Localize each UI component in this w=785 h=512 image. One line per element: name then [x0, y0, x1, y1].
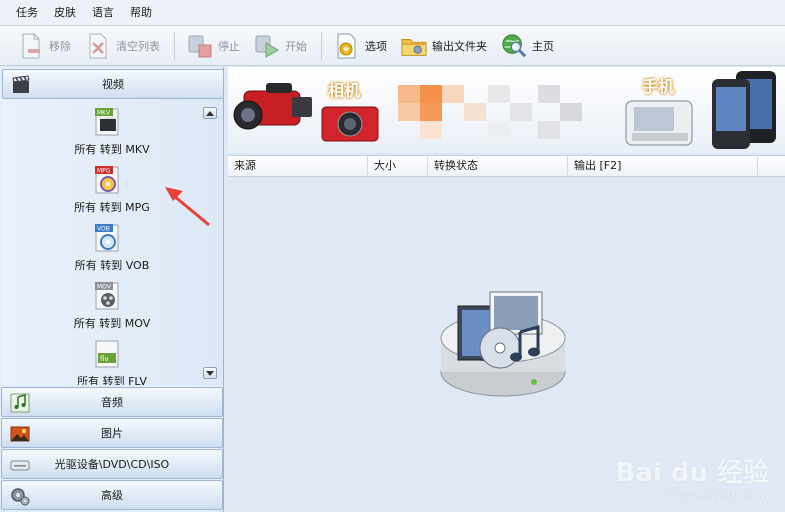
clear-list-icon	[85, 32, 111, 60]
column-status[interactable]: 转换状态	[428, 156, 568, 176]
category-picture-label: 图片	[101, 427, 123, 440]
remove-document-icon	[18, 32, 44, 60]
disc-drive-icon	[10, 455, 30, 475]
gears-icon	[10, 486, 30, 506]
format-badge: flv	[100, 355, 109, 363]
toolbar-separator	[174, 31, 175, 60]
flv-file-icon: flv	[94, 339, 122, 369]
start-icon	[254, 32, 280, 60]
mpg-disc-icon: MPG	[94, 165, 122, 195]
format-item-vob[interactable]: VOB 所有 转到 VOB	[1, 223, 207, 281]
menu-skin[interactable]: 皮肤	[46, 0, 84, 26]
format-factory-logo-icon	[440, 291, 566, 397]
output-folder-button[interactable]: 输出文件夹	[395, 29, 493, 63]
category-video-label: 视频	[102, 78, 124, 91]
triangle-up-icon	[206, 110, 214, 116]
options-label: 选项	[365, 39, 387, 53]
column-size[interactable]: 大小	[368, 156, 428, 176]
category-audio-label: 音频	[101, 396, 123, 409]
triangle-down-icon	[206, 370, 214, 376]
menu-bar: 任务 皮肤 语言 帮助	[0, 0, 785, 26]
music-note-icon	[10, 393, 30, 413]
globe-search-icon	[501, 32, 527, 60]
slider-phone-icon	[625, 100, 693, 146]
menu-task[interactable]: 任务	[8, 0, 46, 26]
format-label-mov: 所有 转到 MOV	[73, 317, 151, 330]
video-format-list: MKV 所有 转到 MKV MPG 所有 转到 MPG VOB 所有 转到 VO…	[1, 99, 223, 385]
watermark-url: jingyan.baidu.com	[667, 489, 769, 502]
format-item-mov[interactable]: MOV 所有 转到 MOV	[1, 281, 207, 339]
category-advanced-label: 高级	[101, 489, 123, 502]
main-panel: 相机 手机 来源 大小 转换状态 输出 [F2] Bai du 经验 jingy…	[228, 67, 785, 512]
scroll-down-button[interactable]	[203, 367, 217, 379]
format-badge: MOV	[97, 284, 112, 291]
start-label: 开始	[285, 39, 307, 53]
film-clapper-icon	[11, 75, 31, 95]
start-button[interactable]: 开始	[248, 29, 313, 63]
mov-reel-icon: MOV	[94, 281, 122, 311]
banner-phone-title: 手机	[642, 77, 675, 96]
annotation-arrow-icon	[165, 187, 210, 227]
toolbar-separator	[321, 31, 322, 60]
clear-list-label: 清空列表	[116, 39, 160, 53]
blurred-logo-area	[388, 85, 594, 139]
vob-disc-icon: VOB	[94, 223, 122, 253]
home-label: 主页	[532, 39, 554, 53]
stop-label: 停止	[218, 39, 240, 53]
category-picture-header[interactable]: 图片	[1, 418, 223, 448]
stop-icon	[187, 32, 213, 60]
category-video-header[interactable]: 视频	[2, 69, 224, 99]
camcorder-icon	[233, 83, 312, 130]
mkv-film-icon: MKV	[94, 107, 122, 137]
digital-camera-icon	[321, 106, 379, 142]
watermark-brand: Bai du 经验	[615, 458, 770, 488]
category-sidebar: 视频 MKV 所有 转到 MKV MPG 所有 转到 MPG VOB 所有 转到…	[0, 67, 224, 512]
category-optical-header[interactable]: 光驱设备\DVD\CD\ISO	[1, 449, 223, 479]
scroll-up-button[interactable]	[203, 107, 217, 119]
clear-list-button[interactable]: 清空列表	[79, 29, 166, 63]
format-item-mkv[interactable]: MKV 所有 转到 MKV	[1, 107, 207, 165]
format-label-flv: 所有 转到 FLV	[77, 375, 147, 385]
format-item-flv[interactable]: flv 所有 转到 FLV	[1, 339, 207, 385]
baidu-watermark: Bai du 经验 jingyan.baidu.com	[616, 452, 770, 502]
menu-language[interactable]: 语言	[84, 0, 122, 26]
format-badge: MKV	[97, 110, 111, 117]
format-badge: VOB	[97, 226, 110, 233]
format-label-vob: 所有 转到 VOB	[74, 259, 150, 272]
landscape-picture-icon	[10, 424, 30, 444]
remove-label: 移除	[49, 39, 71, 53]
gear-document-icon	[334, 32, 360, 60]
menu-help[interactable]: 帮助	[122, 0, 160, 26]
device-banner: 相机 手机	[228, 67, 785, 153]
folder-icon	[401, 32, 427, 60]
category-audio-header[interactable]: 音频	[1, 387, 223, 417]
format-label-mkv: 所有 转到 MKV	[74, 143, 150, 156]
toolbar: 移除 清空列表 停止 开始 选项 输出文件夹 主页	[0, 26, 785, 66]
smartphones-icon	[712, 71, 776, 149]
remove-button[interactable]: 移除	[12, 29, 77, 63]
column-source[interactable]: 来源	[228, 156, 368, 176]
file-list-header: 来源 大小 转换状态 输出 [F2]	[228, 155, 785, 177]
format-badge: MPG	[97, 168, 111, 175]
column-output[interactable]: 输出 [F2]	[568, 156, 758, 176]
output-folder-label: 输出文件夹	[432, 39, 487, 53]
category-advanced-header[interactable]: 高级	[1, 480, 223, 510]
category-optical-label: 光驱设备\DVD\CD\ISO	[54, 458, 170, 471]
stop-button[interactable]: 停止	[181, 29, 246, 63]
banner-camera-title: 相机	[328, 81, 361, 100]
home-button[interactable]: 主页	[495, 29, 560, 63]
options-button[interactable]: 选项	[328, 29, 393, 63]
